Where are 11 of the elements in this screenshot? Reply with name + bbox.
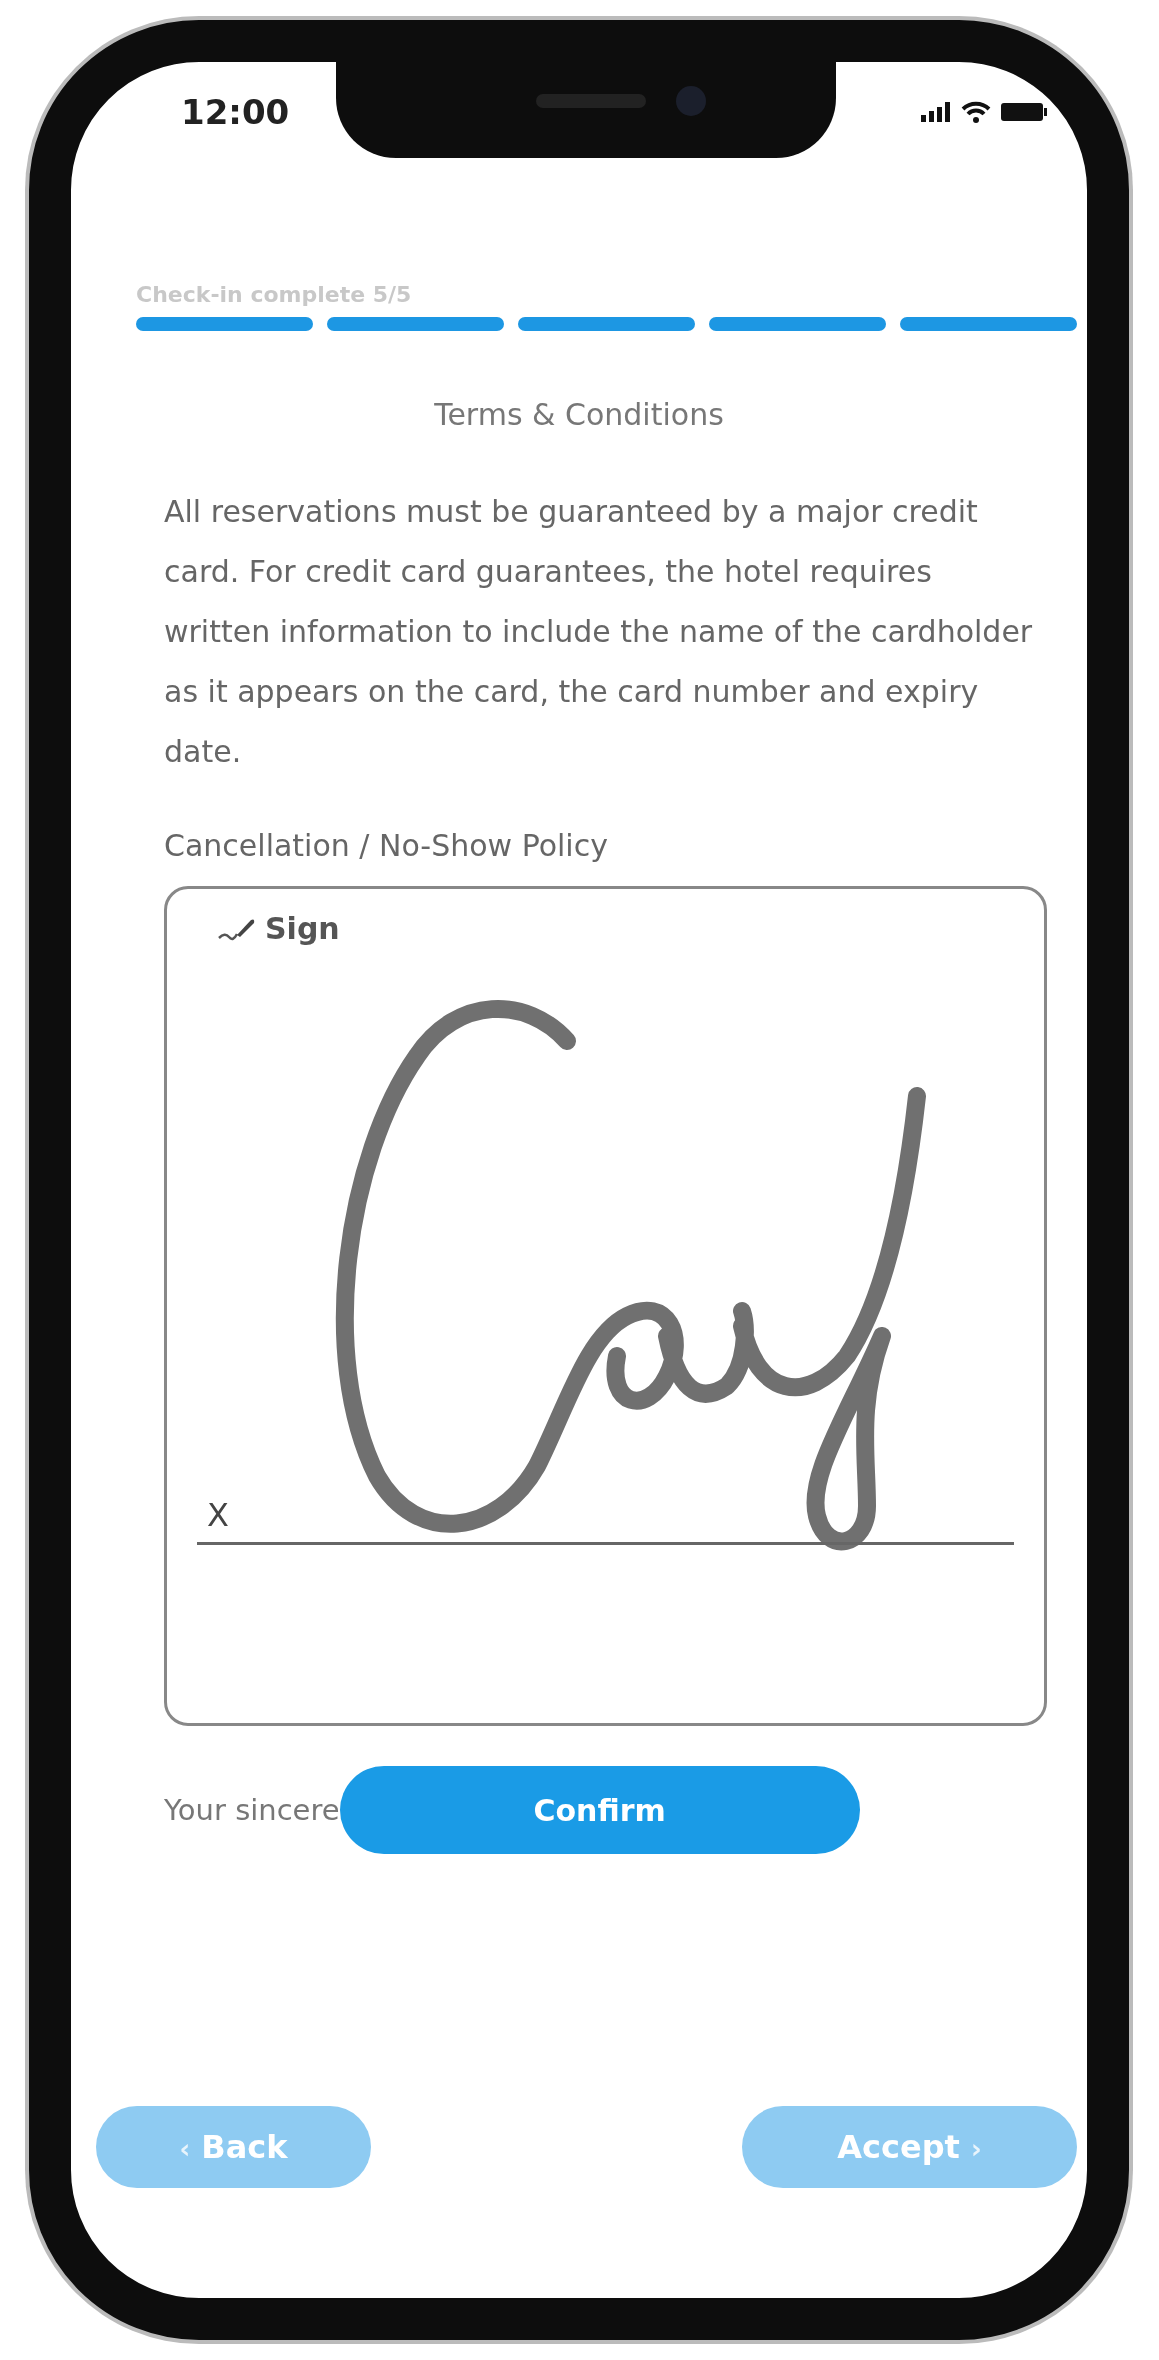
confirm-button[interactable]: Confirm <box>339 1766 860 1854</box>
sign-title: Sign <box>265 911 340 946</box>
signature-x-mark: X <box>207 1496 229 1534</box>
signal-icon <box>921 102 951 122</box>
section-heading: Cancellation / No-Show Policy <box>164 827 609 865</box>
terms-paragraph: All reservations must be guaranteed by a major credit card. For credit card guarantees, the hotel requires written information to include the name of the cardholder as it appears on the card, the card number and expiry date. <box>164 493 1034 771</box>
battery-icon <box>1001 102 1047 122</box>
closing-text: Your sincere <box>164 1793 340 1827</box>
terms-title: Terms & Conditions <box>433 397 725 432</box>
wifi-icon <box>961 101 991 123</box>
status-time: 12:00 <box>181 92 290 132</box>
